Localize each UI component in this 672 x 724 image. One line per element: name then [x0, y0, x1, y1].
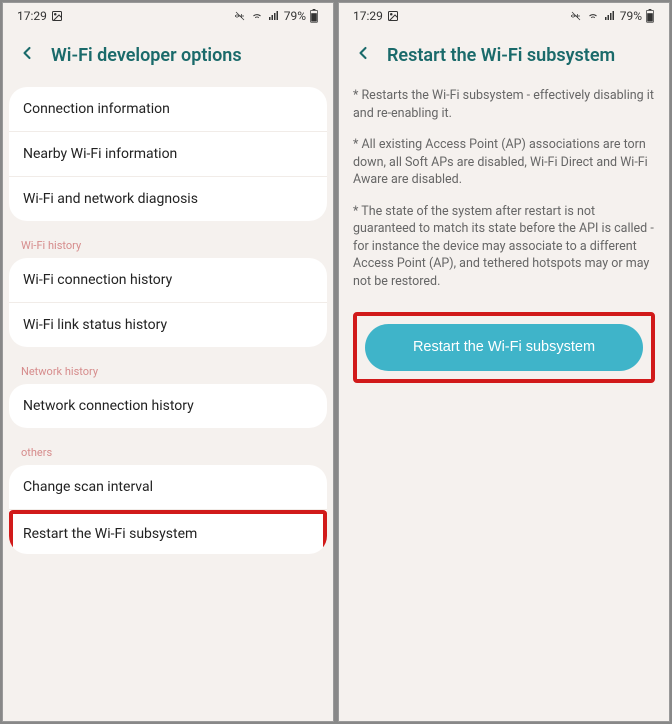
right-screenshot: 17:29 79% Restart the Wi-Fi subsyste — [338, 2, 670, 722]
item-connection-info[interactable]: Connection information — [9, 87, 327, 132]
vibrate-icon — [569, 10, 583, 22]
restart-wifi-button[interactable]: Restart the Wi-Fi subsystem — [365, 324, 643, 371]
detail-content: * Restarts the Wi-Fi subsystem - effecti… — [339, 87, 669, 721]
settings-list[interactable]: Connection information Nearby Wi-Fi info… — [3, 87, 333, 721]
header: Wi-Fi developer options — [3, 29, 333, 87]
back-icon[interactable] — [353, 43, 373, 67]
desc-para-1: * Restarts the Wi-Fi subsystem - effecti… — [353, 87, 655, 122]
header: Restart the Wi-Fi subsystem — [339, 29, 669, 87]
item-net-conn-history[interactable]: Network connection history — [9, 384, 327, 428]
desc-para-2: * All existing Access Point (AP) associa… — [353, 136, 655, 189]
back-icon[interactable] — [17, 43, 37, 67]
group-network-history: Network connection history — [9, 384, 327, 428]
status-time: 17:29 — [353, 9, 383, 23]
item-nearby-wifi[interactable]: Nearby Wi-Fi information — [9, 132, 327, 177]
group-general: Connection information Nearby Wi-Fi info… — [9, 87, 327, 221]
battery-icon — [645, 9, 655, 23]
image-icon — [51, 10, 63, 22]
section-network-history: Network history — [3, 355, 333, 384]
vibrate-icon — [233, 10, 247, 22]
status-bar: 17:29 79% — [339, 3, 669, 29]
desc-para-3: * The state of the system after restart … — [353, 203, 655, 291]
group-others: Change scan interval Restart the Wi-Fi s… — [9, 465, 327, 554]
highlight-box: Restart the Wi-Fi subsystem — [353, 312, 655, 383]
wifi-icon — [586, 10, 600, 22]
status-bar: 17:29 79% — [3, 3, 333, 29]
item-wifi-diagnosis[interactable]: Wi-Fi and network diagnosis — [9, 177, 327, 221]
item-wifi-link-history[interactable]: Wi-Fi link status history — [9, 303, 327, 347]
signal-icon — [267, 10, 281, 22]
group-wifi-history: Wi-Fi connection history Wi-Fi link stat… — [9, 258, 327, 347]
left-screenshot: 17:29 79% Wi-Fi developer options — [2, 2, 334, 722]
status-time: 17:29 — [17, 9, 47, 23]
item-wifi-conn-history[interactable]: Wi-Fi connection history — [9, 258, 327, 303]
item-change-scan-interval[interactable]: Change scan interval — [9, 465, 327, 510]
item-restart-wifi-subsystem[interactable]: Restart the Wi-Fi subsystem — [9, 510, 327, 554]
signal-icon — [603, 10, 617, 22]
battery-pct: 79% — [620, 9, 642, 23]
wifi-icon — [250, 10, 264, 22]
section-wifi-history: Wi-Fi history — [3, 229, 333, 258]
image-icon — [387, 10, 399, 22]
section-others: others — [3, 436, 333, 465]
page-title: Wi-Fi developer options — [51, 45, 242, 66]
page-title: Restart the Wi-Fi subsystem — [387, 45, 615, 66]
battery-pct: 79% — [284, 9, 306, 23]
battery-icon — [309, 9, 319, 23]
